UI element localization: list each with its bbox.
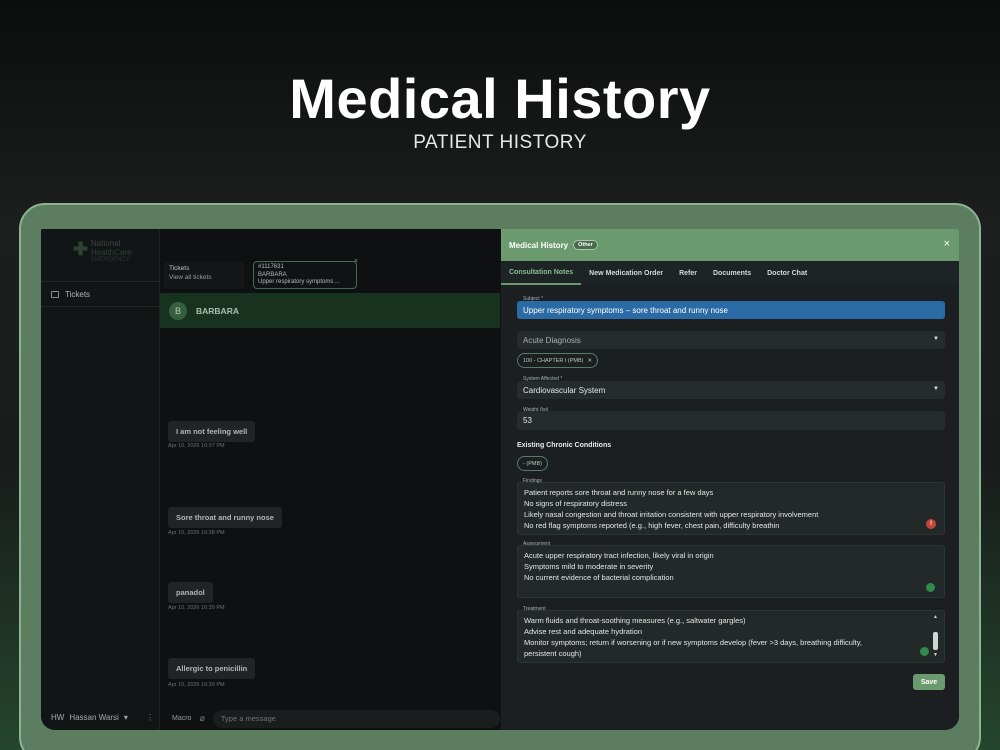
close-icon[interactable]: ×	[944, 238, 950, 250]
modal-title: Medical History	[509, 240, 569, 250]
medical-history-modal: Medical History Other × Consultation Not…	[501, 229, 959, 730]
acute-diagnosis-placeholder: Acute Diagnosis	[523, 335, 581, 345]
diagnosis-chip[interactable]: 100 - CHAPTER I (PMB) ✕	[517, 353, 599, 368]
overlay-dim	[41, 229, 501, 730]
treatment-line: Advise rest and adequate hydration	[524, 627, 642, 636]
findings-textarea[interactable]: Patient reports sore throat and runny no…	[517, 482, 945, 535]
treatment-label: Treatment	[523, 606, 546, 612]
grammar-assist-icon[interactable]	[920, 647, 929, 656]
scrollbar-thumb[interactable]	[933, 632, 938, 650]
scroll-down-icon[interactable]: ▼	[933, 652, 938, 658]
assessment-line: Acute upper respiratory tract infection,…	[524, 551, 714, 560]
caret-down-icon: ▼	[933, 336, 939, 342]
modal-tabs: Consultation Notes New Medication Order …	[501, 261, 959, 285]
findings-line: Patient reports sore throat and runny no…	[524, 488, 714, 497]
assessment-line: Symptoms mild to moderate in severity	[524, 562, 654, 571]
grammar-assist-icon[interactable]	[926, 583, 935, 592]
assessment-textarea[interactable]: Acute upper respiratory tract infection,…	[517, 545, 945, 598]
hero-title: Medical History	[289, 67, 711, 130]
subject-input[interactable]: Upper respiratory symptoms – sore throat…	[517, 301, 945, 319]
scroll-up-icon[interactable]: ▲	[933, 614, 938, 620]
system-affected-select[interactable]: Cardiovascular System ▼	[517, 381, 945, 399]
treatment-line: persistent cough)	[524, 649, 582, 658]
treatment-line: Monitor symptoms; return if worsening or…	[524, 638, 862, 647]
warning-icon: !	[926, 519, 936, 529]
tab-refer[interactable]: Refer	[671, 261, 705, 285]
app-screen: ✚ National HealthCare EMERGENCY Tickets …	[41, 229, 959, 730]
assessment-line: No current evidence of bacterial complic…	[524, 573, 674, 582]
caret-down-icon: ▼	[933, 386, 939, 392]
tab-consultation-notes[interactable]: Consultation Notes	[501, 261, 582, 285]
chronic-conditions-title: Existing Chronic Conditions	[517, 442, 612, 449]
findings-line: No red flag symptoms reported (e.g., hig…	[524, 521, 780, 530]
treatment-textarea[interactable]: Warm fluids and throat-soothing measures…	[517, 610, 945, 663]
tab-new-medication-order[interactable]: New Medication Order	[581, 261, 671, 285]
chip-label: 100 - CHAPTER I (PMB)	[523, 357, 584, 364]
modal-header: Medical History Other ×	[501, 229, 959, 261]
tab-doctor-chat[interactable]: Doctor Chat	[759, 261, 815, 285]
weight-input[interactable]: 53	[517, 411, 945, 430]
close-icon[interactable]: ✕	[588, 358, 593, 364]
chronic-condition-chip[interactable]: - (PMB)	[517, 456, 548, 471]
findings-line: No signs of respiratory distress	[524, 499, 627, 508]
assessment-label: Assessment	[523, 541, 551, 547]
findings-line: Likely nasal congestion and throat irrit…	[524, 510, 819, 519]
acute-diagnosis-select[interactable]: Acute Diagnosis ▼	[517, 331, 945, 349]
hero-subtitle: PATIENT HISTORY	[413, 132, 587, 153]
treatment-line: Warm fluids and throat-soothing measures…	[524, 616, 746, 625]
system-affected-value: Cardiovascular System	[523, 385, 606, 395]
save-button[interactable]: Save	[913, 674, 945, 690]
tab-documents[interactable]: Documents	[705, 261, 759, 285]
status-badge: Other	[573, 240, 598, 250]
findings-label: Findings	[523, 478, 542, 484]
